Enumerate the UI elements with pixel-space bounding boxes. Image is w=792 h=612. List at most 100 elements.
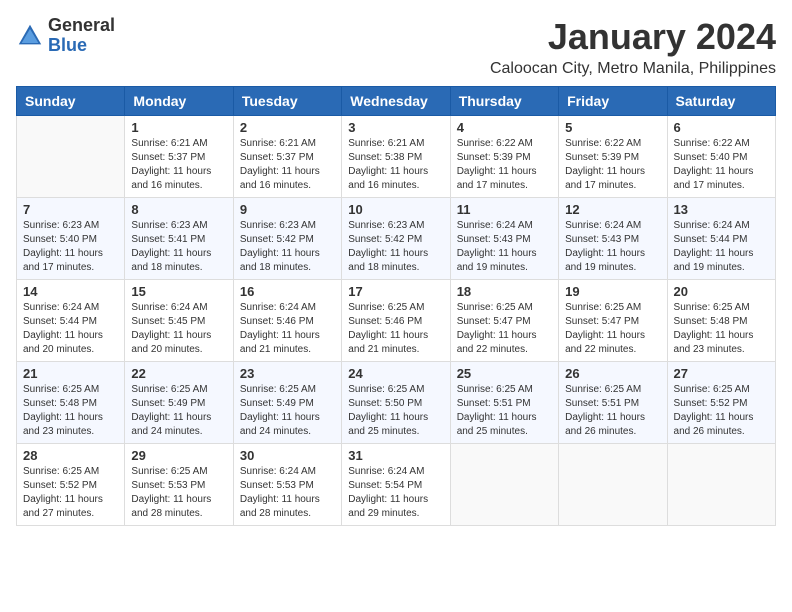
calendar-cell: 19 Sunrise: 6:25 AM Sunset: 5:47 PM Dayli…	[559, 280, 667, 362]
header-thursday: Thursday	[450, 87, 558, 116]
day-number: 16	[240, 284, 335, 299]
calendar-subtitle: Caloocan City, Metro Manila, Philippines	[490, 60, 776, 78]
day-info: Sunrise: 6:24 AM Sunset: 5:44 PM Dayligh…	[23, 301, 118, 357]
calendar-cell	[667, 444, 775, 526]
day-number: 27	[674, 366, 769, 381]
day-number: 2	[240, 120, 335, 135]
day-number: 23	[240, 366, 335, 381]
day-number: 19	[565, 284, 660, 299]
day-info: Sunrise: 6:25 AM Sunset: 5:47 PM Dayligh…	[565, 301, 660, 357]
calendar-cell: 14 Sunrise: 6:24 AM Sunset: 5:44 PM Dayli…	[17, 280, 125, 362]
day-number: 8	[131, 202, 226, 217]
calendar-cell: 17Sunrise: 6:25 AM Sunset: 5:46 PM Dayli…	[342, 280, 450, 362]
day-info: Sunrise: 6:24 AM Sunset: 5:46 PM Dayligh…	[240, 301, 335, 357]
day-info: Sunrise: 6:25 AM Sunset: 5:52 PM Dayligh…	[23, 465, 118, 521]
calendar-cell	[559, 444, 667, 526]
day-info: Sunrise: 6:23 AM Sunset: 5:40 PM Dayligh…	[23, 219, 118, 275]
calendar-body: 1Sunrise: 6:21 AM Sunset: 5:37 PM Daylig…	[17, 116, 776, 526]
calendar-cell: 27 Sunrise: 6:25 AM Sunset: 5:52 PM Dayli…	[667, 362, 775, 444]
day-number: 25	[457, 366, 552, 381]
day-number: 4	[457, 120, 552, 135]
calendar-cell: 26 Sunrise: 6:25 AM Sunset: 5:51 PM Dayli…	[559, 362, 667, 444]
day-info: Sunrise: 6:25 AM Sunset: 5:50 PM Dayligh…	[348, 383, 443, 439]
day-info: Sunrise: 6:25 AM Sunset: 5:51 PM Dayligh…	[457, 383, 552, 439]
header-row: SundayMondayTuesdayWednesdayThursdayFrid…	[17, 87, 776, 116]
week-row-1: 7 Sunrise: 6:23 AM Sunset: 5:40 PM Daylig…	[17, 198, 776, 280]
calendar-cell: 22Sunrise: 6:25 AM Sunset: 5:49 PM Dayli…	[125, 362, 233, 444]
calendar-cell: 25 Sunrise: 6:25 AM Sunset: 5:51 PM Dayli…	[450, 362, 558, 444]
week-row-2: 14 Sunrise: 6:24 AM Sunset: 5:44 PM Dayli…	[17, 280, 776, 362]
calendar-header: SundayMondayTuesdayWednesdayThursdayFrid…	[17, 87, 776, 116]
calendar-cell: 23 Sunrise: 6:25 AM Sunset: 5:49 PM Dayli…	[233, 362, 341, 444]
header-friday: Friday	[559, 87, 667, 116]
day-number: 13	[674, 202, 769, 217]
day-info: Sunrise: 6:24 AM Sunset: 5:43 PM Dayligh…	[565, 219, 660, 275]
calendar-cell: 5 Sunrise: 6:22 AM Sunset: 5:39 PM Daylig…	[559, 116, 667, 198]
day-number: 28	[23, 448, 118, 463]
day-info: Sunrise: 6:23 AM Sunset: 5:42 PM Dayligh…	[240, 219, 335, 275]
week-row-4: 28 Sunrise: 6:25 AM Sunset: 5:52 PM Dayli…	[17, 444, 776, 526]
day-info: Sunrise: 6:23 AM Sunset: 5:41 PM Dayligh…	[131, 219, 226, 275]
header-sunday: Sunday	[17, 87, 125, 116]
calendar-cell: 21 Sunrise: 6:25 AM Sunset: 5:48 PM Dayli…	[17, 362, 125, 444]
day-info: Sunrise: 6:23 AM Sunset: 5:42 PM Dayligh…	[348, 219, 443, 275]
day-info: Sunrise: 6:21 AM Sunset: 5:37 PM Dayligh…	[131, 137, 226, 193]
header-saturday: Saturday	[667, 87, 775, 116]
calendar-table: SundayMondayTuesdayWednesdayThursdayFrid…	[16, 86, 776, 526]
logo-icon	[16, 22, 44, 50]
day-number: 15	[131, 284, 226, 299]
day-number: 10	[348, 202, 443, 217]
calendar-cell: 28 Sunrise: 6:25 AM Sunset: 5:52 PM Dayli…	[17, 444, 125, 526]
day-info: Sunrise: 6:25 AM Sunset: 5:51 PM Dayligh…	[565, 383, 660, 439]
calendar-cell: 18Sunrise: 6:25 AM Sunset: 5:47 PM Dayli…	[450, 280, 558, 362]
calendar-cell: 7 Sunrise: 6:23 AM Sunset: 5:40 PM Daylig…	[17, 198, 125, 280]
day-info: Sunrise: 6:21 AM Sunset: 5:38 PM Dayligh…	[348, 137, 443, 193]
calendar-cell: 31 Sunrise: 6:24 AM Sunset: 5:54 PM Dayli…	[342, 444, 450, 526]
day-info: Sunrise: 6:25 AM Sunset: 5:48 PM Dayligh…	[23, 383, 118, 439]
calendar-cell: 13Sunrise: 6:24 AM Sunset: 5:44 PM Dayli…	[667, 198, 775, 280]
day-info: Sunrise: 6:21 AM Sunset: 5:37 PM Dayligh…	[240, 137, 335, 193]
day-number: 24	[348, 366, 443, 381]
header-tuesday: Tuesday	[233, 87, 341, 116]
calendar-cell	[17, 116, 125, 198]
day-info: Sunrise: 6:22 AM Sunset: 5:39 PM Dayligh…	[565, 137, 660, 193]
calendar-cell: 16 Sunrise: 6:24 AM Sunset: 5:46 PM Dayli…	[233, 280, 341, 362]
day-number: 14	[23, 284, 118, 299]
calendar-title: January 2024	[490, 16, 776, 58]
day-info: Sunrise: 6:25 AM Sunset: 5:49 PM Dayligh…	[240, 383, 335, 439]
calendar-cell: 20Sunrise: 6:25 AM Sunset: 5:48 PM Dayli…	[667, 280, 775, 362]
day-info: Sunrise: 6:25 AM Sunset: 5:46 PM Dayligh…	[348, 301, 443, 357]
day-number: 26	[565, 366, 660, 381]
day-info: Sunrise: 6:24 AM Sunset: 5:54 PM Dayligh…	[348, 465, 443, 521]
calendar-cell: 24 Sunrise: 6:25 AM Sunset: 5:50 PM Dayli…	[342, 362, 450, 444]
calendar-cell: 1Sunrise: 6:21 AM Sunset: 5:37 PM Daylig…	[125, 116, 233, 198]
day-info: Sunrise: 6:24 AM Sunset: 5:53 PM Dayligh…	[240, 465, 335, 521]
logo-blue-text: Blue	[48, 36, 115, 56]
calendar-cell	[450, 444, 558, 526]
day-info: Sunrise: 6:25 AM Sunset: 5:52 PM Dayligh…	[674, 383, 769, 439]
day-number: 31	[348, 448, 443, 463]
day-info: Sunrise: 6:22 AM Sunset: 5:39 PM Dayligh…	[457, 137, 552, 193]
logo: General Blue	[16, 16, 115, 56]
calendar-cell: 3 Sunrise: 6:21 AM Sunset: 5:38 PM Daylig…	[342, 116, 450, 198]
calendar-cell: 6 Sunrise: 6:22 AM Sunset: 5:40 PM Daylig…	[667, 116, 775, 198]
calendar-cell: 29Sunrise: 6:25 AM Sunset: 5:53 PM Dayli…	[125, 444, 233, 526]
calendar-cell: 11Sunrise: 6:24 AM Sunset: 5:43 PM Dayli…	[450, 198, 558, 280]
header-wednesday: Wednesday	[342, 87, 450, 116]
day-number: 12	[565, 202, 660, 217]
week-row-0: 1Sunrise: 6:21 AM Sunset: 5:37 PM Daylig…	[17, 116, 776, 198]
calendar-cell: 15 Sunrise: 6:24 AM Sunset: 5:45 PM Dayli…	[125, 280, 233, 362]
logo-general-text: General	[48, 16, 115, 36]
day-number: 9	[240, 202, 335, 217]
title-area: January 2024 Caloocan City, Metro Manila…	[490, 16, 776, 78]
day-number: 7	[23, 202, 118, 217]
day-info: Sunrise: 6:24 AM Sunset: 5:45 PM Dayligh…	[131, 301, 226, 357]
day-number: 5	[565, 120, 660, 135]
day-info: Sunrise: 6:22 AM Sunset: 5:40 PM Dayligh…	[674, 137, 769, 193]
day-number: 3	[348, 120, 443, 135]
day-number: 30	[240, 448, 335, 463]
day-number: 29	[131, 448, 226, 463]
logo-text: General Blue	[48, 16, 115, 56]
day-number: 21	[23, 366, 118, 381]
day-number: 6	[674, 120, 769, 135]
